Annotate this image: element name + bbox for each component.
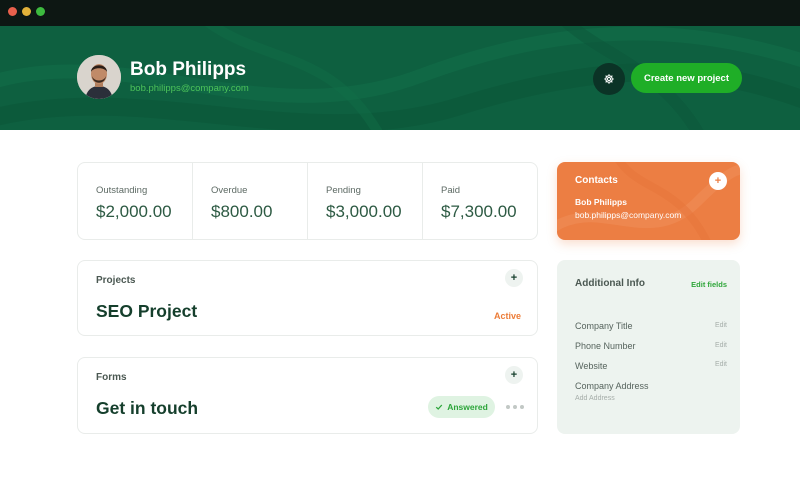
add-contact-button[interactable]: +	[709, 172, 727, 190]
phone-number-label: Phone Number	[575, 341, 636, 351]
edit-phone-number-link[interactable]: Edit	[715, 342, 727, 349]
check-icon	[435, 404, 443, 410]
profile-header: Bob Philipps bob.philipps@company.com Cr…	[0, 26, 800, 130]
form-status-badge: Answered	[428, 396, 495, 418]
company-address-label: Company Address	[575, 381, 649, 391]
stat-label: Pending	[326, 185, 361, 196]
stat-label: Outstanding	[96, 185, 148, 196]
invoice-stats-card: Outstanding $2,000.00 Overdue $800.00 Pe…	[77, 162, 538, 240]
contact-name[interactable]: Bob Philipps	[575, 197, 627, 207]
project-status-badge: Active	[493, 311, 521, 321]
stat-label: Paid	[441, 185, 461, 196]
window-titlebar	[0, 0, 800, 26]
close-window-button[interactable]	[8, 7, 17, 16]
more-dot-icon	[520, 405, 524, 409]
add-address-link[interactable]: Add Address	[575, 395, 615, 402]
stat-pending: Pending $3,000.00	[308, 163, 423, 239]
additional-info-card: Additional Info Edit fields Company Titl…	[557, 260, 740, 434]
stat-value: $800.00	[211, 202, 273, 221]
contacts-title: Contacts	[575, 175, 618, 186]
add-project-button[interactable]: +	[505, 269, 523, 287]
forms-card[interactable]: Forms + Get in touch Answered	[77, 357, 538, 434]
stat-value: $7,300.00	[441, 202, 517, 221]
more-dot-icon	[513, 405, 517, 409]
contact-email[interactable]: bob.philipps@company.com	[575, 210, 681, 220]
stat-label: Overdue	[211, 185, 248, 196]
stat-overdue: Overdue $800.00	[193, 163, 308, 239]
gear-icon	[604, 74, 614, 84]
stat-value: $2,000.00	[96, 202, 172, 221]
stat-paid: Paid $7,300.00	[423, 163, 537, 239]
additional-info-title: Additional Info	[575, 278, 645, 289]
form-status-label: Answered	[447, 402, 488, 412]
user-name: Bob Philipps	[130, 59, 247, 80]
minimize-window-button[interactable]	[22, 7, 31, 16]
projects-card[interactable]: Projects + SEO Project Active	[77, 260, 538, 336]
add-form-button[interactable]: +	[505, 366, 523, 384]
edit-website-link[interactable]: Edit	[715, 361, 727, 368]
user-email[interactable]: bob.philipps@company.com	[130, 83, 249, 94]
projects-section-label: Projects	[96, 275, 136, 286]
avatar-portrait	[77, 55, 121, 99]
website-label: Website	[575, 361, 608, 371]
edit-company-title-link[interactable]: Edit	[715, 322, 727, 329]
stat-value: $3,000.00	[326, 202, 402, 221]
project-title[interactable]: SEO Project	[96, 301, 197, 322]
avatar[interactable]	[77, 55, 121, 99]
more-options-button[interactable]	[506, 400, 524, 414]
company-title-label: Company Title	[575, 321, 633, 331]
settings-button[interactable]	[593, 63, 625, 95]
contacts-card[interactable]: Contacts + Bob Philipps bob.philipps@com…	[557, 162, 740, 240]
edit-fields-link[interactable]: Edit fields	[691, 280, 727, 289]
form-title[interactable]: Get in touch	[96, 398, 198, 419]
forms-section-label: Forms	[96, 372, 127, 383]
stat-outstanding: Outstanding $2,000.00	[78, 163, 193, 239]
create-new-project-button[interactable]: Create new project	[631, 63, 742, 93]
more-dot-icon	[506, 405, 510, 409]
maximize-window-button[interactable]	[36, 7, 45, 16]
